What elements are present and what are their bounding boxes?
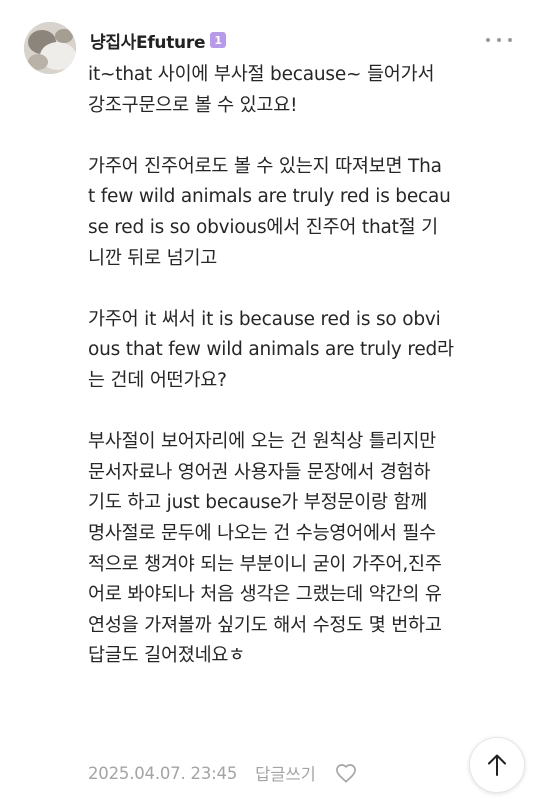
comment-line: ous that few wild animals are truly red라 — [88, 339, 454, 361]
comment-date: 2025.04.07. 23:45 — [88, 763, 238, 783]
comment-line: 연성을 가져볼까 싶기도 해서 수정도 몇 번하고 — [88, 614, 442, 636]
comment-line: se red is so obvious에서 진주어 that절 기 — [88, 216, 438, 238]
comment-line: t few wild animals are truly red is beca… — [88, 186, 451, 208]
comment-line: 어로 봐야되나 처음 생각은 그랬는데 약간의 유 — [88, 584, 442, 606]
more-dots-icon — [508, 38, 512, 42]
comment-line: 가주어 it 써서 it is because red is so obvi — [88, 308, 441, 330]
comment-line: it~that 사이에 부사절 because~ 들어가서 — [88, 64, 435, 85]
comment-body: it~that 사이에 부사절 because~ 들어가서 강조구문으로 볼 수… — [88, 60, 516, 702]
comment-line: 니깐 뒤로 넘기고 — [88, 247, 218, 269]
member-level-badge: 1 — [210, 32, 227, 48]
comment-meta: 2025.04.07. 23:45 답글쓰기 — [88, 758, 358, 788]
comment-line: 가주어 진주어로도 볼 수 있는지 따져보면 Tha — [88, 155, 442, 177]
like-button[interactable] — [334, 761, 358, 785]
author-name[interactable]: 냥집사Efuture — [90, 28, 205, 53]
comment-line: 강조구문으로 볼 수 있고요! — [88, 94, 298, 116]
comment-line: 명사절로 문두에 나오는 건 수능영어에서 필수 — [88, 522, 436, 544]
scroll-to-top-button[interactable] — [469, 737, 525, 793]
heart-icon — [335, 764, 356, 783]
comment-line: 기도 하고 just because가 부정문이랑 함께 — [88, 492, 428, 514]
arrow-up-icon — [488, 754, 506, 776]
more-dots-icon — [486, 38, 490, 42]
comment-paragraph: 가주어 it 써서 it is because red is so obvi o… — [88, 305, 516, 397]
comment-item: 냥집사Efuture 1 it~that 사이에 부사절 because~ 들어… — [0, 0, 540, 800]
comment-paragraph: it~that 사이에 부사절 because~ 들어가서 강조구문으로 볼 수… — [88, 60, 516, 121]
comment-line: 는 건데 어떤가요? — [88, 369, 227, 391]
comment-line: 답글도 길어졌네요ㅎ — [88, 645, 246, 667]
comment-paragraph: 가주어 진주어로도 볼 수 있는지 따져보면 Tha t few wild an… — [88, 152, 516, 274]
author-row: 냥집사Efuture 1 — [90, 26, 227, 54]
more-options-button[interactable] — [486, 30, 512, 50]
more-dots-icon — [497, 38, 501, 42]
comment-line: 부사절이 보어자리에 오는 건 원칙상 틀리지만 — [88, 431, 436, 453]
avatar[interactable] — [24, 22, 76, 74]
comment-line: 적으로 챙겨야 되는 부분이니 굳이 가주어,진주 — [88, 553, 442, 575]
comment-paragraph: 부사절이 보어자리에 오는 건 원칙상 틀리지만 문서자료나 영어권 사용자들 … — [88, 427, 516, 672]
avatar-image — [24, 22, 76, 74]
comment-line: 문서자료나 영어권 사용자들 문장에서 경험하 — [88, 461, 431, 483]
reply-button[interactable]: 답글쓰기 — [255, 761, 316, 785]
